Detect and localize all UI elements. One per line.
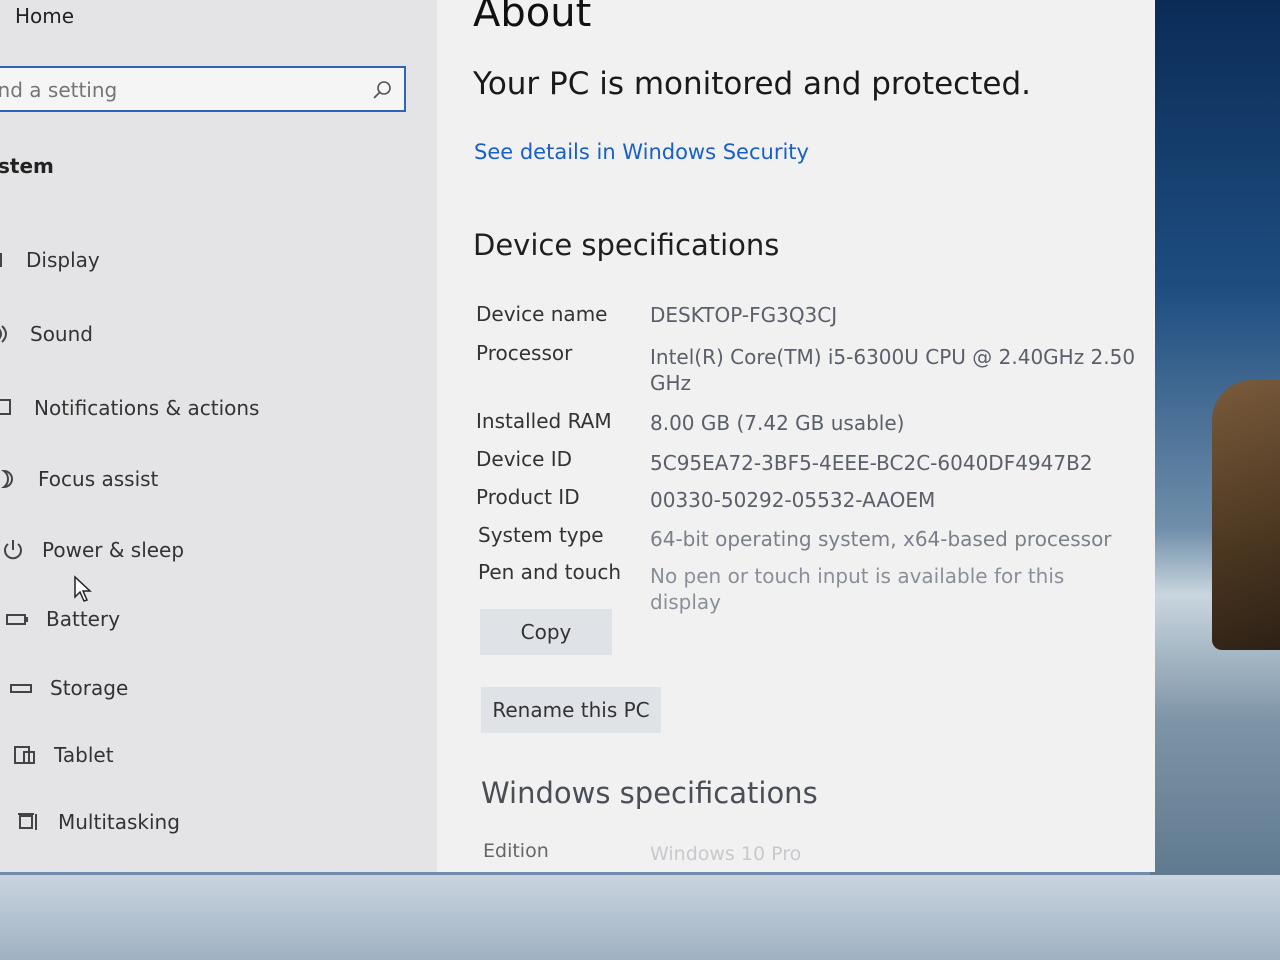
device-specs-heading: Device specifications xyxy=(473,228,780,262)
windows-specs-heading: Windows specifications xyxy=(481,776,818,810)
sidebar-item-label: Power & sleep xyxy=(42,538,185,562)
spec-value-processor: Intel(R) Core(TM) i5-6300U CPU @ 2.40GHz… xyxy=(650,345,1136,395)
sidebar-item-sound[interactable]: Sound xyxy=(0,316,93,352)
spec-value-product-id: 00330-50292-05532-AAOEM xyxy=(650,488,936,512)
spec-value-system-type: 64-bit operating system, x64-based proce… xyxy=(650,527,1112,551)
search-icon[interactable] xyxy=(370,78,394,102)
windows-security-link[interactable]: See details in Windows Security xyxy=(474,140,809,164)
sidebar-item-label: Multitasking xyxy=(58,810,180,834)
sidebar-item-battery[interactable]: Battery xyxy=(6,601,120,637)
taskbar-area xyxy=(0,875,1280,960)
notifications-icon xyxy=(0,399,11,415)
sidebar-item-notifications[interactable]: Notifications & actions xyxy=(0,390,259,426)
wallpaper-rock xyxy=(1212,380,1280,650)
sidebar-item-label: Battery xyxy=(46,607,121,631)
sidebar-item-display[interactable]: Display xyxy=(0,242,100,278)
sidebar-item-label: Focus assist xyxy=(38,467,159,491)
main-panel xyxy=(437,0,1155,872)
sidebar-item-focus-assist[interactable]: Focus assist xyxy=(0,461,158,497)
copy-button[interactable]: Copy xyxy=(480,609,612,655)
spec-value-edition: Windows 10 Pro xyxy=(650,843,802,865)
spec-label-ram: Installed RAM xyxy=(476,409,612,433)
display-icon xyxy=(0,253,2,267)
sidebar-item-label: Sound xyxy=(30,322,93,346)
spec-label-edition: Edition xyxy=(483,840,549,862)
home-link[interactable]: Home xyxy=(15,4,74,28)
spec-label-system-type: System type xyxy=(478,523,604,547)
spec-label-device-id: Device ID xyxy=(476,447,573,471)
battery-icon xyxy=(6,614,28,625)
multitasking-icon xyxy=(18,813,37,830)
settings-window: Home stem Display Sound Notifications & … xyxy=(0,0,1155,872)
search-input[interactable] xyxy=(0,68,370,112)
spec-label-product-id: Product ID xyxy=(476,485,580,509)
spec-label-device-name: Device name xyxy=(476,302,608,326)
sidebar-item-power-sleep[interactable]: Power & sleep xyxy=(2,532,184,568)
mouse-cursor-icon xyxy=(74,575,92,602)
sound-icon xyxy=(0,325,7,343)
tablet-icon xyxy=(14,746,35,764)
rename-pc-button[interactable]: Rename this PC xyxy=(481,687,661,733)
spec-value-pen-touch: No pen or touch input is available for t… xyxy=(650,564,1065,614)
spec-label-processor: Processor xyxy=(476,341,573,365)
sidebar-item-tablet[interactable]: Tablet xyxy=(14,737,114,773)
spec-value-ram: 8.00 GB (7.42 GB usable) xyxy=(650,411,905,435)
section-heading: stem xyxy=(0,154,54,178)
page-title: About xyxy=(473,0,592,36)
protection-status: Your PC is monitored and protected. xyxy=(473,66,1031,102)
sidebar-item-label: Display xyxy=(26,248,100,272)
sidebar-item-label: Tablet xyxy=(54,743,114,767)
spec-value-device-name: DESKTOP-FG3Q3CJ xyxy=(650,303,838,327)
power-icon xyxy=(4,540,22,560)
spec-value-device-id: 5C95EA72-3BF5-4EEE-BC2C-6040DF4947B2 xyxy=(650,451,1093,475)
sidebar-item-label: Notifications & actions xyxy=(34,396,260,420)
spec-label-pen-touch: Pen and touch xyxy=(478,560,622,584)
sidebar-item-storage[interactable]: Storage xyxy=(10,670,128,706)
search-box[interactable] xyxy=(0,66,406,112)
focus-assist-icon xyxy=(0,469,13,489)
storage-icon xyxy=(10,684,32,693)
sidebar-item-multitasking[interactable]: Multitasking xyxy=(18,804,180,840)
sidebar-item-label: Storage xyxy=(50,676,129,700)
